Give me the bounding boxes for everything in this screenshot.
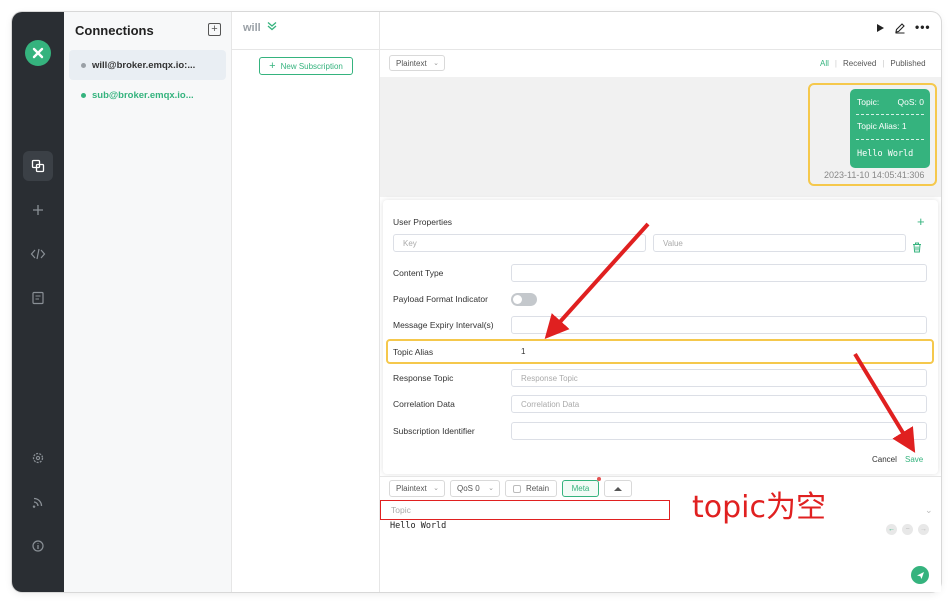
more-icon[interactable]: ••• bbox=[915, 20, 931, 34]
trash-icon[interactable] bbox=[912, 240, 922, 258]
qos-select[interactable]: QoS 0 ⌄ bbox=[450, 480, 500, 497]
nav-rail bbox=[12, 12, 64, 592]
connections-title: Connections bbox=[75, 23, 154, 38]
connection-name: will@broker.emqx.io:... bbox=[92, 59, 196, 71]
retain-label: Retain bbox=[525, 484, 550, 493]
topic-alias-value: 1 bbox=[521, 346, 526, 356]
arrow-left-icon[interactable]: ← bbox=[886, 524, 897, 535]
mqttx-logo bbox=[25, 40, 51, 66]
message-qos: QoS: 0 bbox=[897, 97, 924, 107]
meta-button[interactable]: Meta bbox=[562, 480, 599, 497]
chevron-down-icon[interactable] bbox=[267, 21, 277, 34]
message-payload: Hello World bbox=[857, 149, 914, 159]
message-expiry-input[interactable] bbox=[511, 316, 927, 334]
connection-title: will bbox=[243, 22, 261, 34]
connection-item[interactable]: sub@broker.emqx.io... bbox=[69, 80, 226, 110]
composer-format-value: Plaintext bbox=[396, 484, 427, 493]
message-timestamp: 2023-11-10 14:05:41:306 bbox=[824, 170, 925, 180]
subscriptions-column bbox=[232, 12, 380, 592]
subscription-identifier-label: Subscription Identifier bbox=[393, 426, 475, 436]
edit-icon[interactable] bbox=[894, 22, 906, 37]
add-property-icon[interactable]: + bbox=[917, 214, 925, 229]
chevron-down-icon: ⌄ bbox=[433, 60, 439, 67]
response-topic-input[interactable]: Response Topic bbox=[511, 369, 927, 387]
content-type-label: Content Type bbox=[393, 268, 444, 278]
topic-alias-input[interactable]: 1 bbox=[511, 342, 927, 360]
collapse-button[interactable] bbox=[604, 480, 632, 497]
filter-received[interactable]: Received bbox=[843, 59, 876, 68]
content-type-input[interactable] bbox=[511, 264, 927, 282]
arrow-right-icon[interactable]: → bbox=[918, 524, 929, 535]
log-icon[interactable] bbox=[23, 283, 53, 313]
connection-item[interactable]: will@broker.emqx.io:... bbox=[69, 50, 226, 80]
send-icon bbox=[916, 571, 924, 579]
add-connection-icon[interactable]: + bbox=[208, 23, 221, 36]
minus-icon[interactable]: − bbox=[902, 524, 913, 535]
send-button[interactable] bbox=[911, 566, 929, 584]
new-connection-icon[interactable] bbox=[23, 195, 53, 225]
connection-name: sub@broker.emqx.io... bbox=[92, 89, 194, 101]
correlation-data-placeholder: Correlation Data bbox=[521, 399, 580, 409]
annotation-text: topic为空 bbox=[692, 490, 826, 525]
new-subscription-button[interactable]: + New Subscription bbox=[259, 57, 353, 75]
script-icon[interactable] bbox=[23, 239, 53, 269]
cancel-button[interactable]: Cancel bbox=[872, 455, 897, 464]
new-subscription-label: New Subscription bbox=[280, 61, 343, 71]
filter-published[interactable]: Published bbox=[890, 59, 925, 68]
user-properties-label: User Properties bbox=[393, 217, 453, 227]
feed-icon[interactable] bbox=[23, 487, 53, 517]
payload-editor[interactable]: Hello World bbox=[390, 521, 446, 531]
key-placeholder: Key bbox=[403, 238, 417, 248]
status-dot bbox=[81, 92, 86, 98]
checkbox-box bbox=[512, 484, 521, 493]
value-placeholder: Value bbox=[663, 238, 683, 248]
message-topic-alias: Topic Alias: 1 bbox=[857, 121, 907, 131]
correlation-data-label: Correlation Data bbox=[393, 399, 455, 409]
composer-format-select[interactable]: Plaintext ⌄ bbox=[389, 480, 445, 497]
save-button[interactable]: Save bbox=[905, 455, 923, 464]
property-value-input[interactable]: Value bbox=[653, 234, 906, 252]
settings-icon[interactable] bbox=[23, 443, 53, 473]
property-key-input[interactable]: Key bbox=[393, 234, 646, 252]
connections-panel: Connections + will@broker.emqx.io:... su… bbox=[64, 12, 232, 592]
topic-alias-label: Topic Alias bbox=[393, 347, 434, 357]
subscription-identifier-input[interactable] bbox=[511, 422, 927, 440]
status-dot bbox=[81, 62, 86, 68]
caret-up-icon bbox=[614, 486, 622, 491]
topic-input-highlight bbox=[380, 500, 670, 520]
message-filters: All | Received | Published bbox=[820, 59, 926, 68]
filter-all[interactable]: All bbox=[820, 59, 829, 68]
payload-format-select[interactable]: Plaintext ⌄ bbox=[389, 55, 445, 71]
retain-checkbox[interactable]: Retain bbox=[505, 480, 557, 497]
play-icon[interactable] bbox=[876, 22, 885, 36]
response-topic-placeholder: Response Topic bbox=[521, 373, 578, 383]
chevron-down-icon: ⌄ bbox=[488, 485, 494, 492]
qos-value: QoS 0 bbox=[457, 484, 480, 493]
message-bubble[interactable]: Topic: QoS: 0 Topic Alias: 1 Hello World bbox=[850, 89, 930, 168]
chevron-down-icon[interactable]: ⌄ bbox=[925, 505, 933, 516]
message-expiry-label: Message Expiry Interval(s) bbox=[393, 320, 494, 330]
connections-icon[interactable] bbox=[23, 151, 53, 181]
response-topic-label: Response Topic bbox=[393, 373, 454, 383]
correlation-data-input[interactable]: Correlation Data bbox=[511, 395, 927, 413]
badge-dot bbox=[597, 477, 601, 481]
plus-icon: + bbox=[269, 60, 276, 72]
payload-format-value: Plaintext bbox=[396, 58, 427, 68]
message-topic-label: Topic: bbox=[857, 97, 880, 107]
topic-placeholder: Topic bbox=[391, 505, 411, 515]
info-icon[interactable] bbox=[23, 531, 53, 561]
payload-format-toggle[interactable] bbox=[511, 293, 537, 306]
topic-input[interactable]: Topic bbox=[391, 505, 411, 515]
meta-label: Meta bbox=[571, 484, 590, 493]
payload-format-indicator-label: Payload Format Indicator bbox=[393, 294, 488, 304]
chevron-down-icon: ⌄ bbox=[433, 485, 439, 492]
